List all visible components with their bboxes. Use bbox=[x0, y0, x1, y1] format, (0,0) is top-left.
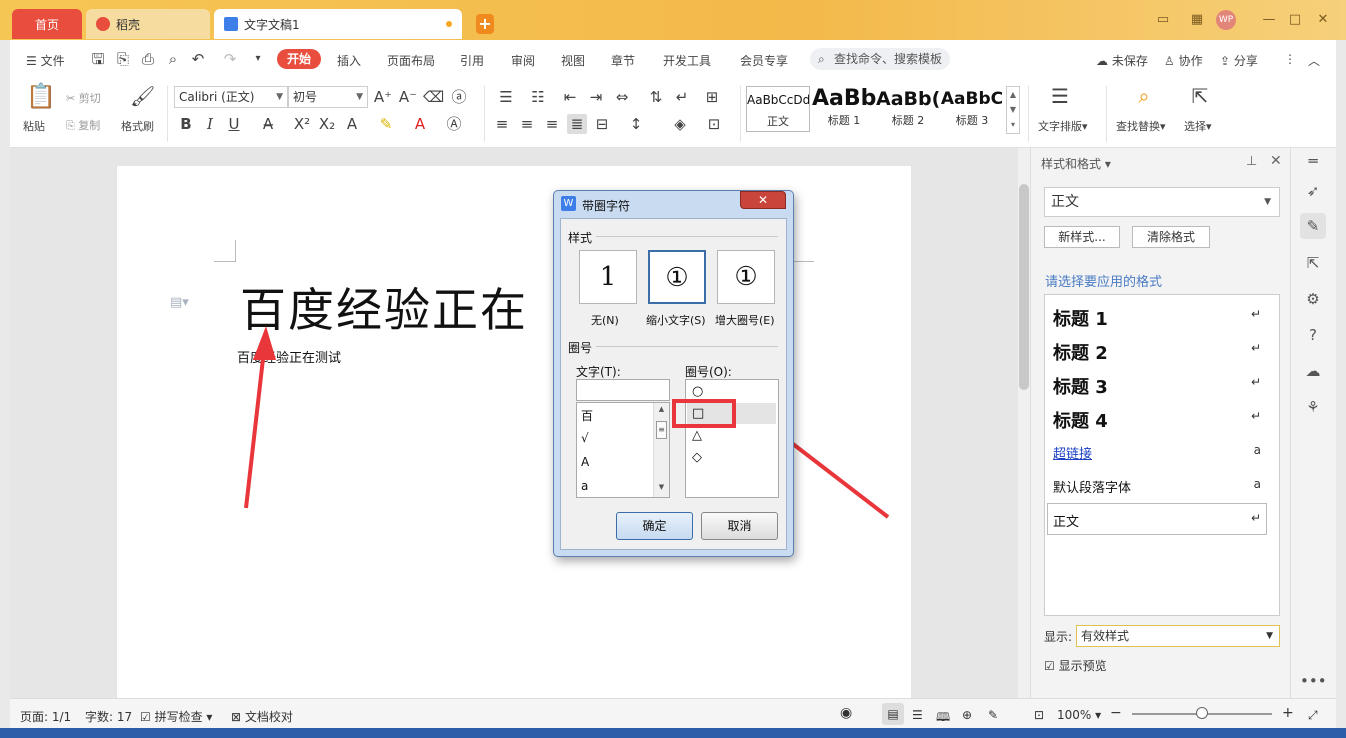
style-list-item-selected[interactable] bbox=[1047, 503, 1267, 535]
annotation-highlight-box bbox=[672, 399, 736, 428]
rocket-icon[interactable]: ➶ bbox=[1300, 178, 1326, 204]
text-list-item[interactable]: A bbox=[581, 455, 589, 469]
read-view-icon[interactable]: 🕮 bbox=[936, 708, 950, 729]
dialog-title: 带圈字符 bbox=[582, 199, 631, 213]
circle-list-item[interactable]: ◇ bbox=[692, 450, 702, 465]
scrollbar-thumb[interactable] bbox=[1019, 184, 1029, 390]
dialog-close-button[interactable]: ✕ bbox=[740, 191, 786, 209]
dialog-app-icon: W bbox=[561, 196, 576, 211]
help-icon[interactable]: ? bbox=[1300, 322, 1326, 348]
paragraph-mark-icon: ↵ bbox=[1250, 307, 1261, 321]
zoom-in-icon[interactable]: + bbox=[1282, 705, 1294, 721]
style-section-label: 样式 bbox=[568, 231, 593, 245]
share-pane-icon[interactable]: ⚘ bbox=[1300, 394, 1326, 420]
zoom-out-icon[interactable]: − bbox=[1110, 705, 1122, 721]
text-input[interactable] bbox=[576, 379, 670, 401]
show-preview-checkbox[interactable]: ☑ 显示预览 bbox=[1044, 657, 1107, 674]
fullscreen-icon[interactable]: ⤢ bbox=[1308, 708, 1318, 723]
style-list-item[interactable]: 默认段落字体 bbox=[1053, 477, 1131, 496]
page-count[interactable]: 页面: 1/1 bbox=[20, 708, 71, 725]
style-option-shrink[interactable]: ① bbox=[648, 250, 706, 304]
new-style-button[interactable]: 新样式... bbox=[1044, 226, 1120, 248]
panel-title[interactable]: 样式和格式 ▾ bbox=[1041, 155, 1111, 172]
style-option-none[interactable]: 1 bbox=[579, 250, 637, 304]
style-list-item[interactable]: 正文 bbox=[1053, 511, 1079, 530]
text-list-scrollbar[interactable]: ▲ ≡ ▼ bbox=[653, 403, 669, 497]
pointer-icon[interactable]: ⇱ bbox=[1300, 250, 1326, 276]
style-list-item[interactable]: 标题 3 bbox=[1053, 373, 1108, 399]
style-list-item[interactable]: 超链接 bbox=[1053, 443, 1092, 462]
text-list-item[interactable]: a bbox=[581, 479, 588, 493]
circle-list-item[interactable]: ○ bbox=[692, 384, 703, 399]
panel-hint: 请选择要应用的格式 bbox=[1045, 275, 1163, 290]
proofread-button[interactable]: ⊠ 文档校对 bbox=[231, 708, 293, 725]
paragraph-mark-icon: ↵ bbox=[1250, 375, 1261, 389]
os-taskbar bbox=[0, 728, 1346, 738]
circle-list-item[interactable]: △ bbox=[692, 428, 702, 443]
fit-width-icon[interactable]: ⊡ bbox=[1034, 708, 1044, 722]
cancel-button[interactable]: 取消 bbox=[701, 512, 778, 540]
style-pen-icon[interactable]: ✎ bbox=[1300, 213, 1326, 239]
style-option-shrink-label: 缩小文字(S) bbox=[646, 314, 706, 327]
section-divider bbox=[596, 346, 778, 347]
show-styles-select[interactable]: 有效样式 ▼ bbox=[1076, 625, 1280, 647]
word-count[interactable]: 字数: 17 bbox=[85, 708, 132, 725]
settings-sliders-icon[interactable]: ⚙ bbox=[1300, 286, 1326, 312]
char-style-icon: a bbox=[1253, 443, 1261, 457]
ok-button[interactable]: 确定 bbox=[616, 512, 693, 540]
arrow-line-right bbox=[778, 432, 890, 519]
sidebar-menu-icon[interactable]: ═ bbox=[1300, 148, 1326, 174]
circle-field-label: 圈号(O): bbox=[685, 365, 732, 379]
text-list-item[interactable]: √ bbox=[581, 431, 589, 445]
paragraph-mark-icon: ↵ bbox=[1250, 341, 1261, 355]
style-option-none-label: 无(N) bbox=[591, 314, 619, 327]
style-option-enlarge-label: 增大圈号(E) bbox=[715, 314, 775, 327]
section-divider bbox=[596, 236, 778, 237]
style-list: 标题 1 ↵ 标题 2 ↵ 标题 3 ↵ 标题 4 ↵ 超链接 a 默认段落字体 a 正文 ↵ bbox=[1044, 294, 1280, 616]
web-view-icon[interactable]: ⊕ bbox=[962, 708, 972, 722]
arrow-line-left bbox=[244, 349, 266, 509]
show-label: 显示: bbox=[1044, 630, 1073, 644]
page-view-icon[interactable]: ▤ bbox=[882, 703, 904, 725]
style-list-item[interactable]: 标题 2 bbox=[1053, 339, 1108, 365]
clear-format-button[interactable]: 清除格式 bbox=[1132, 226, 1210, 248]
style-list-item[interactable]: 标题 4 bbox=[1053, 407, 1108, 433]
eye-protect-icon[interactable]: ◉ bbox=[840, 705, 852, 721]
paragraph-mark-icon: ↵ bbox=[1250, 409, 1261, 423]
spell-check-button[interactable]: ☑ 拼写检查 ▾ bbox=[140, 708, 212, 725]
circle-section-label: 圈号 bbox=[568, 341, 593, 355]
zoom-level[interactable]: 100% ▾ bbox=[1057, 708, 1101, 722]
backup-icon[interactable]: ☁ bbox=[1300, 358, 1326, 384]
outline-view-icon[interactable]: ☰ bbox=[912, 708, 923, 722]
style-option-enlarge[interactable]: ① bbox=[717, 250, 775, 304]
paragraph-mark-icon: ↵ bbox=[1250, 511, 1261, 525]
zoom-slider-thumb[interactable] bbox=[1196, 707, 1208, 719]
style-list-item[interactable]: 标题 1 bbox=[1053, 305, 1108, 331]
text-field-label: 文字(T): bbox=[576, 365, 621, 379]
pin-icon[interactable]: ⊥ bbox=[1246, 154, 1257, 169]
more-options-icon[interactable]: ••• bbox=[1300, 668, 1327, 694]
current-style-select[interactable]: 正文 ▼ bbox=[1044, 187, 1280, 217]
panel-close-icon[interactable]: ✕ bbox=[1270, 153, 1282, 169]
char-style-icon: a bbox=[1253, 477, 1261, 491]
text-list-item[interactable]: 百 bbox=[581, 407, 593, 424]
arrow-head-left bbox=[253, 326, 276, 360]
pen-mode-icon[interactable]: ✎ bbox=[988, 708, 998, 722]
